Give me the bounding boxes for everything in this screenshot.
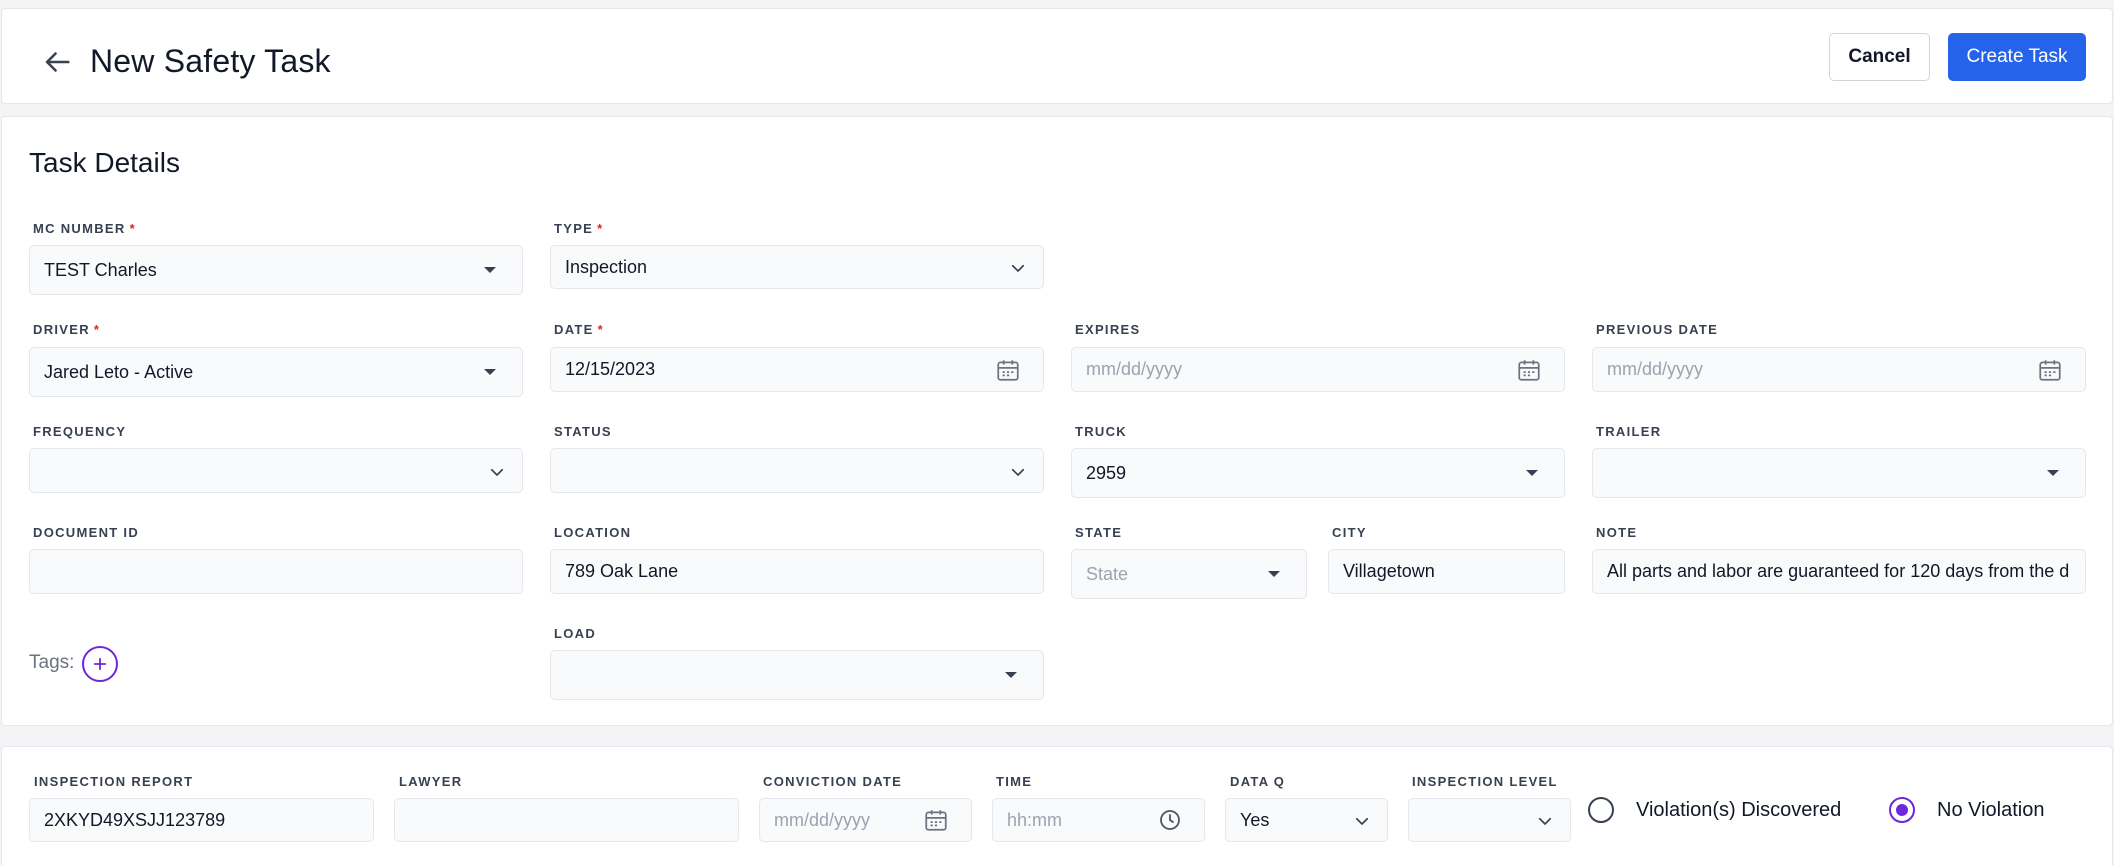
state-label: STATE (1075, 525, 1123, 540)
location-input[interactable]: 789 Oak Lane (550, 549, 1044, 594)
expires-input[interactable]: mm/dd/yyyy (1071, 347, 1565, 392)
mc-number-value: TEST Charles (44, 259, 157, 280)
state-select[interactable]: State (1071, 549, 1307, 599)
chevron-down-icon (490, 468, 504, 476)
no-violation-label: No Violation (1937, 798, 2045, 821)
note-value: All parts and labor are guaranteed for 1… (1607, 561, 2070, 581)
calendar-icon[interactable] (2037, 357, 2063, 383)
previous-date-input[interactable]: mm/dd/yyyy (1592, 347, 2086, 392)
add-tag-button[interactable] (82, 646, 118, 682)
location-label: LOCATION (554, 525, 632, 540)
conviction-date-input[interactable]: mm/dd/yyyy (759, 798, 972, 842)
caret-down-icon (484, 369, 496, 375)
inspection-report-value: 2XKYD49XSJJ123789 (44, 809, 226, 830)
trailer-select[interactable] (1592, 448, 2086, 498)
type-select[interactable]: Inspection (550, 245, 1044, 289)
violation-discovered-radio[interactable] (1588, 797, 1614, 823)
page-title: New Safety Task (90, 43, 331, 79)
location-value: 789 Oak Lane (565, 561, 679, 581)
caret-down-icon (484, 267, 496, 273)
chevron-down-icon (1011, 468, 1025, 476)
expires-label: EXPIRES (1075, 322, 1141, 337)
caret-down-icon (2047, 470, 2059, 476)
section-title: Task Details (29, 147, 180, 178)
expires-placeholder: mm/dd/yyyy (1086, 359, 1183, 379)
city-value: Villagetown (1343, 561, 1435, 581)
driver-label: DRIVER * (33, 322, 101, 337)
time-input[interactable]: hh:mm (992, 798, 1205, 842)
inspection-panel: INSPECTION REPORT 2XKYD49XSJJ123789 LAWY… (1, 746, 2113, 865)
plus-icon (93, 657, 107, 671)
date-value: 12/15/2023 (565, 359, 656, 379)
lawyer-input[interactable] (394, 798, 739, 842)
frequency-label: FREQUENCY (33, 424, 127, 439)
inspection-level-label: INSPECTION LEVEL (1412, 774, 1558, 789)
note-input[interactable]: All parts and labor are guaranteed for 1… (1592, 549, 2086, 594)
note-label: NOTE (1596, 525, 1638, 540)
status-select[interactable] (550, 448, 1044, 493)
date-label: DATE * (554, 322, 604, 337)
previous-date-placeholder: mm/dd/yyyy (1607, 359, 1704, 379)
no-violation-radio[interactable] (1889, 797, 1915, 823)
truck-select[interactable]: 2959 (1071, 448, 1565, 498)
document-id-input[interactable] (29, 549, 523, 594)
inspection-report-input[interactable]: 2XKYD49XSJJ123789 (29, 798, 374, 842)
time-label: TIME (996, 774, 1033, 789)
previous-date-label: PREVIOUS DATE (1596, 322, 1719, 337)
conviction-date-label: CONVICTION DATE (763, 774, 903, 789)
inspection-level-select[interactable] (1408, 798, 1571, 842)
conviction-date-placeholder: mm/dd/yyyy (774, 809, 871, 830)
violation-discovered-option[interactable]: Violation(s) Discovered (1588, 797, 1841, 823)
driver-value: Jared Leto - Active (44, 361, 194, 382)
task-details-panel: Task Details MC NUMBER * TEST Charles TYP… (1, 116, 2113, 726)
type-label: TYPE * (554, 221, 604, 236)
chevron-down-icon (1538, 817, 1552, 825)
driver-select[interactable]: Jared Leto - Active (29, 347, 523, 397)
load-select[interactable] (550, 650, 1044, 700)
chevron-down-icon (1011, 264, 1025, 272)
load-label: LOAD (554, 626, 597, 641)
calendar-icon[interactable] (1516, 357, 1542, 383)
data-q-label: DATA Q (1230, 774, 1286, 789)
page-header: New Safety Task Cancel Create Task (1, 8, 2113, 104)
city-input[interactable]: Villagetown (1328, 549, 1565, 594)
truck-value: 2959 (1086, 462, 1127, 483)
chevron-down-icon (1355, 817, 1369, 825)
mc-number-label: MC NUMBER * (33, 221, 136, 236)
date-input[interactable]: 12/15/2023 (550, 347, 1044, 392)
mc-number-select[interactable]: TEST Charles (29, 245, 523, 295)
status-label: STATUS (554, 424, 612, 439)
truck-label: TRUCK (1075, 424, 1127, 439)
violation-discovered-label: Violation(s) Discovered (1636, 798, 1842, 821)
frequency-select[interactable] (29, 448, 523, 493)
calendar-icon[interactable] (995, 357, 1021, 383)
city-label: CITY (1332, 525, 1367, 540)
document-id-label: DOCUMENT ID (33, 525, 140, 540)
clock-icon[interactable] (1158, 808, 1182, 832)
create-task-button[interactable]: Create Task (1948, 33, 2086, 81)
caret-down-icon (1526, 470, 1538, 476)
cancel-button[interactable]: Cancel (1829, 33, 1930, 81)
caret-down-icon (1268, 571, 1280, 577)
calendar-icon[interactable] (923, 807, 949, 833)
type-value: Inspection (565, 256, 648, 277)
data-q-select[interactable]: Yes (1225, 798, 1388, 842)
no-violation-option[interactable]: No Violation (1889, 797, 2044, 823)
trailer-label: TRAILER (1596, 424, 1662, 439)
caret-down-icon (1005, 672, 1017, 678)
back-arrow-icon[interactable] (40, 45, 74, 79)
lawyer-label: LAWYER (399, 774, 463, 789)
tags-label: Tags: (29, 652, 75, 673)
inspection-report-label: INSPECTION REPORT (34, 774, 194, 789)
